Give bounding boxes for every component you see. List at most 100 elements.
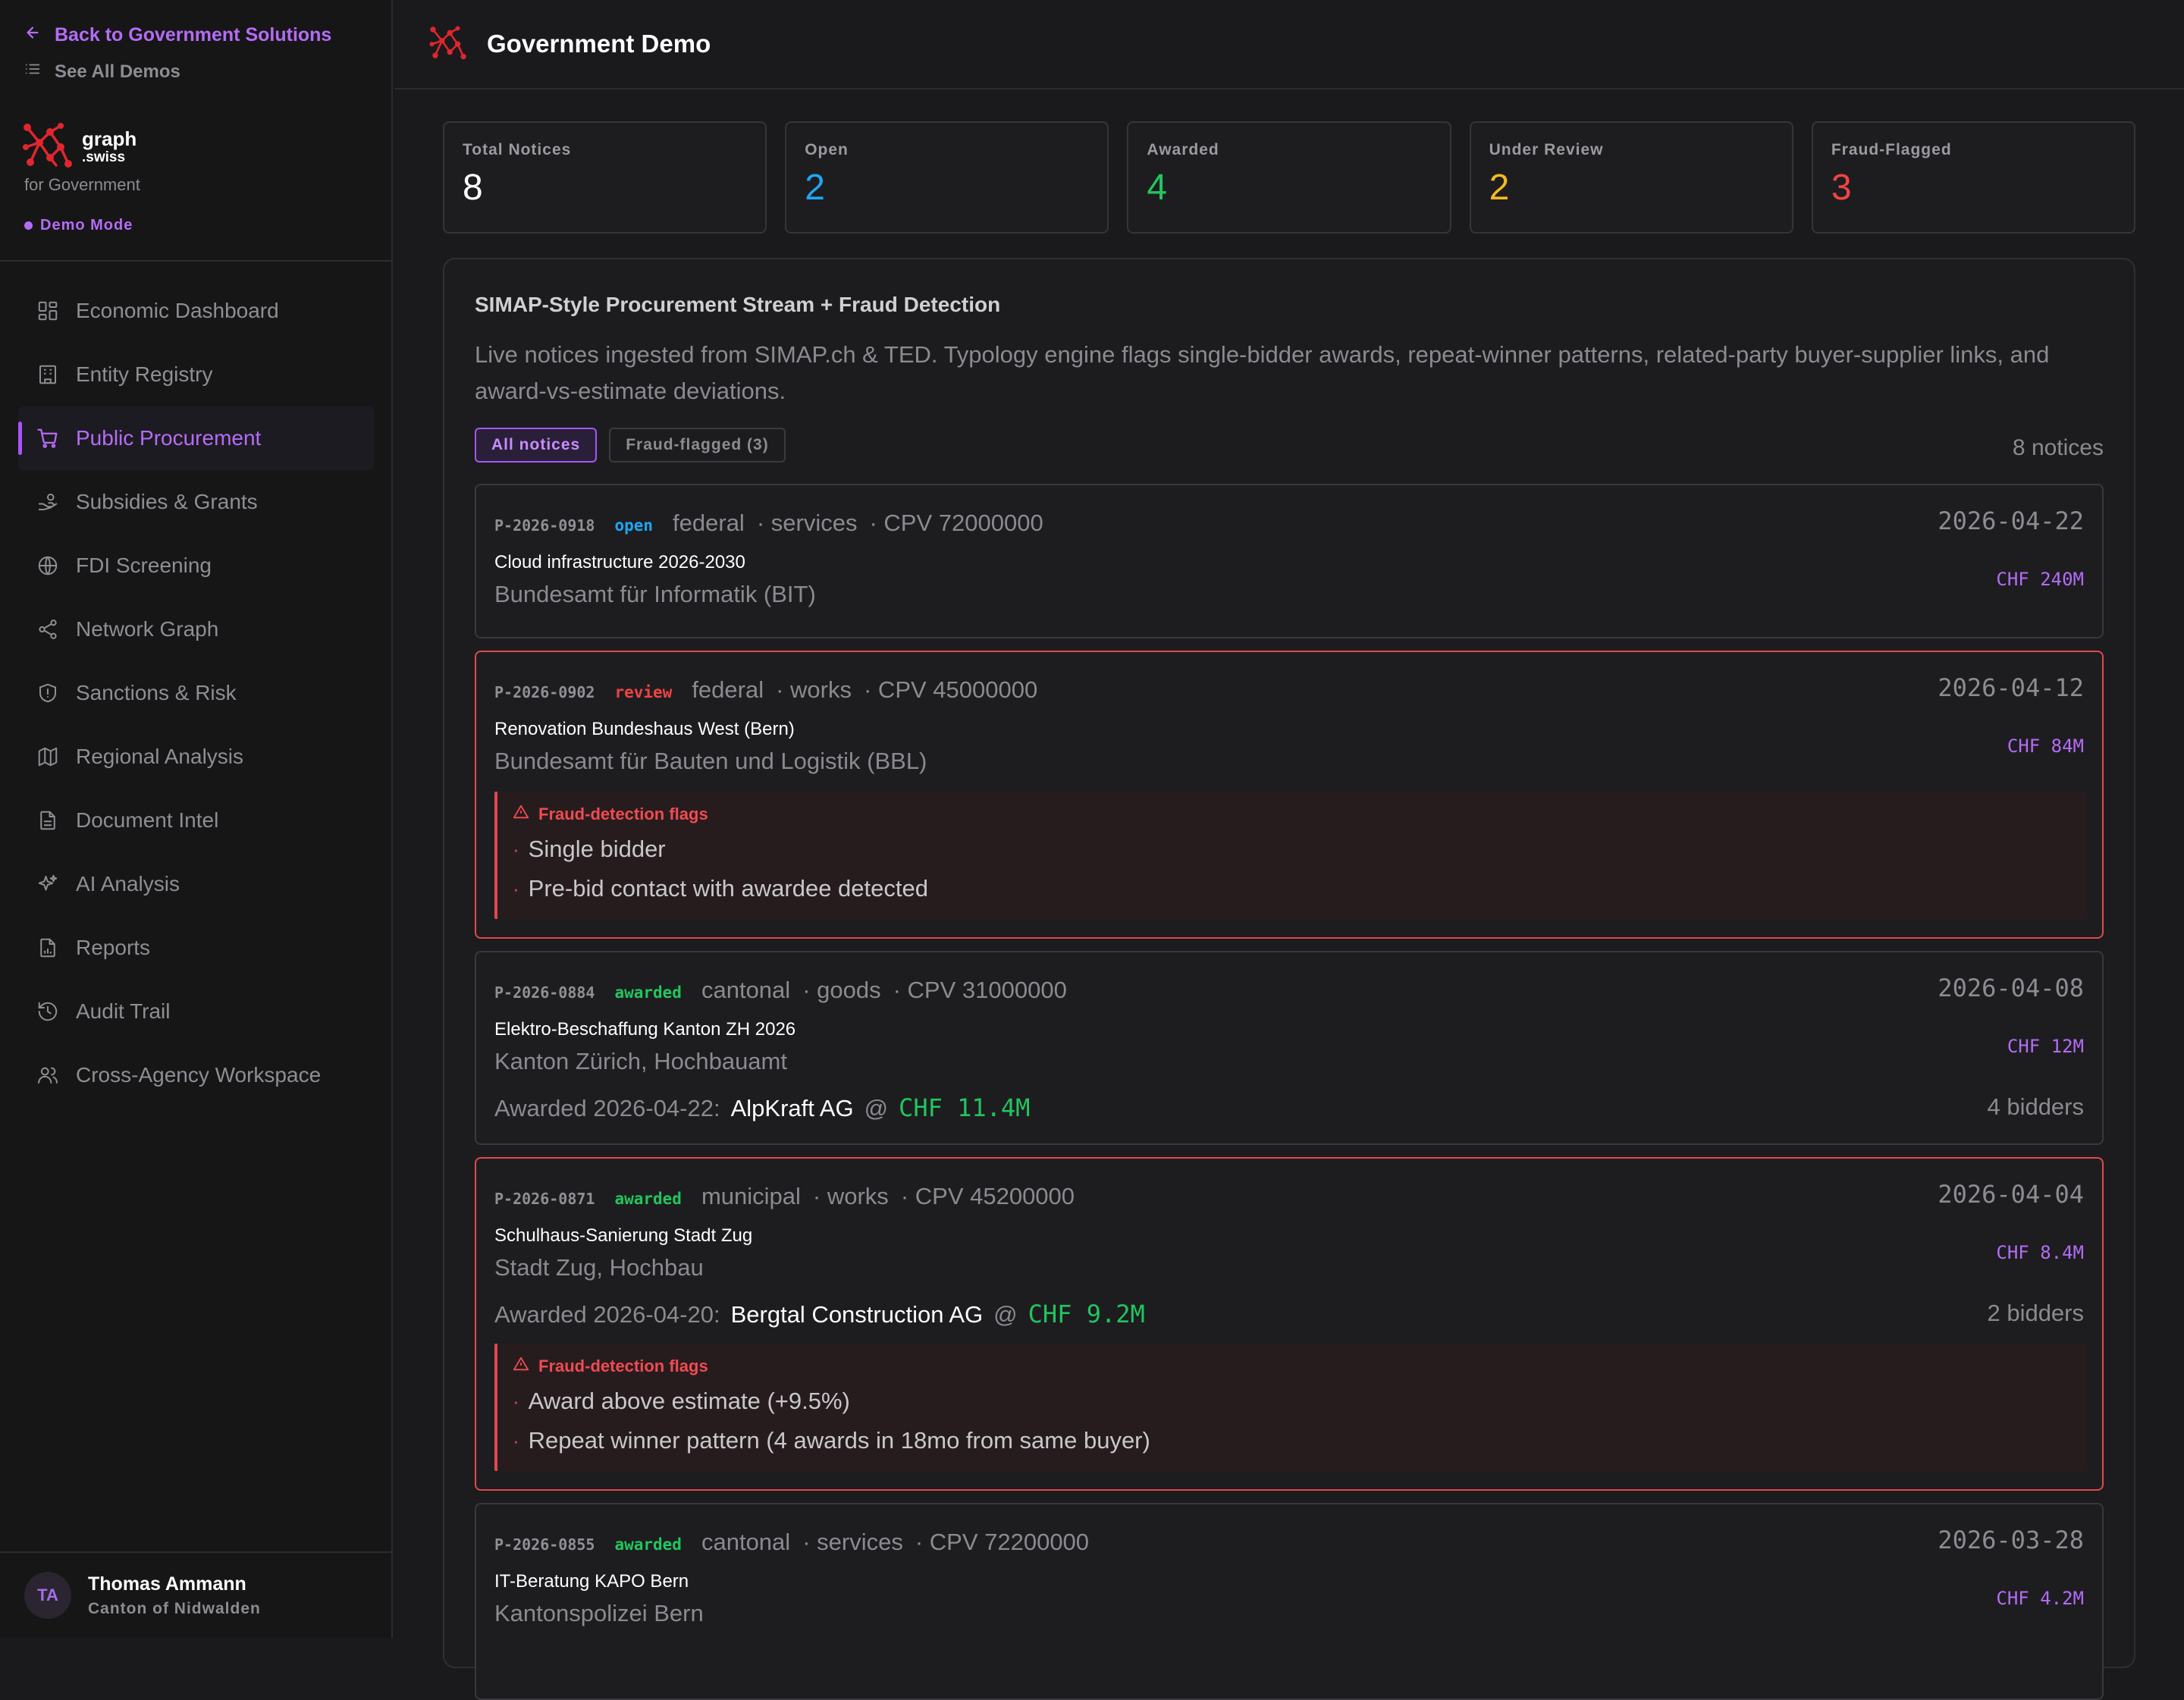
sidebar-item-fdi-screening[interactable]: FDI Screening xyxy=(18,534,375,598)
notice-title: Cloud infrastructure 2026-2030 xyxy=(494,552,745,572)
notice-date: 2026-04-22 xyxy=(1938,507,2084,535)
sidebar-item-reports[interactable]: Reports xyxy=(18,916,375,980)
status-badge: open xyxy=(614,516,654,535)
notice-count: 8 notices xyxy=(2012,435,2104,460)
notice-id: P-2026-0918 xyxy=(494,516,595,535)
document-icon xyxy=(36,809,59,832)
notice-value: CHF 4.2M xyxy=(1996,1588,2084,1609)
stat-card-awarded: Awarded 4 xyxy=(1127,121,1451,234)
stat-card-under-review: Under Review 2 xyxy=(1469,121,1793,234)
fraud-flag-item: · Repeat winner pattern (4 awards in 18mo… xyxy=(513,1427,1150,1454)
sidebar-item-label: Sanctions & Risk xyxy=(76,681,237,704)
notice-level: federal xyxy=(692,676,764,703)
sidebar-divider xyxy=(0,260,393,262)
sidebar-item-entity-registry[interactable]: Entity Registry xyxy=(18,343,375,406)
fraud-flags-box: Fraud-detection flags · Single bidder · Pr… xyxy=(494,792,2087,919)
sidebar-item-economic-dashboard[interactable]: Economic Dashboard xyxy=(18,279,375,343)
notice-date: 2026-03-28 xyxy=(1938,1526,2084,1554)
notice-cpv: · CPV 31000000 xyxy=(893,977,1067,1003)
sidebar-item-cross-agency-workspace[interactable]: Cross-Agency Workspace xyxy=(18,1043,375,1107)
sidebar-item-label: Audit Trail xyxy=(76,999,171,1023)
notice-date: 2026-04-08 xyxy=(1938,974,2084,1002)
award-date: Awarded 2026-04-22: xyxy=(494,1095,720,1121)
report-icon xyxy=(36,936,59,959)
status-badge: awarded xyxy=(614,1535,682,1554)
notice-title: Schulhaus-Sanierung Stadt Zug xyxy=(494,1225,753,1246)
notice-buyer: Bundesamt für Bauten und Logistik (BBL) xyxy=(494,748,927,774)
award-info: Awarded 2026-04-20: Bergtal Construction… xyxy=(494,1300,1145,1328)
stat-card-fraud-flagged: Fraud-Flagged 3 xyxy=(1811,121,2136,234)
sidebar-item-regional-analysis[interactable]: Regional Analysis xyxy=(18,725,375,789)
sidebar-item-label: Subsidies & Grants xyxy=(76,490,258,513)
sidebar-item-audit-trail[interactable]: Audit Trail xyxy=(18,980,375,1043)
stat-value: 2 xyxy=(1489,168,1510,208)
stat-label: Awarded xyxy=(1147,141,1219,158)
notice-card[interactable]: P-2026-0884 awarded cantonal · goods · C… xyxy=(475,951,2104,1145)
sidebar-item-label: Regional Analysis xyxy=(76,745,244,768)
user-name: Thomas Ammann xyxy=(88,1573,246,1595)
warning-icon xyxy=(513,804,529,825)
sidebar-item-ai-analysis[interactable]: AI Analysis xyxy=(18,852,375,916)
sidebar-item-network-graph[interactable]: Network Graph xyxy=(18,598,375,661)
arrow-left-icon xyxy=(24,24,41,46)
notice-value: CHF 8.4M xyxy=(1996,1242,2084,1263)
status-badge: awarded xyxy=(614,1190,682,1208)
stat-label: Open xyxy=(805,141,849,158)
stat-value: 4 xyxy=(1147,168,1168,208)
user-profile[interactable]: TA Thomas Ammann Canton of Nidwalden xyxy=(0,1551,393,1638)
notice-value: CHF 240M xyxy=(1996,569,2084,590)
brand-subtitle: for Government xyxy=(24,175,140,194)
notice-category: · works xyxy=(776,676,852,703)
sidebar-item-sanctions-risk[interactable]: Sanctions & Risk xyxy=(18,661,375,725)
notice-level: municipal xyxy=(701,1183,801,1209)
stat-label: Fraud-Flagged xyxy=(1831,141,1952,158)
notice-id: P-2026-0855 xyxy=(494,1535,595,1554)
stat-label: Under Review xyxy=(1489,141,1604,158)
sidebar-item-subsidies-grants[interactable]: Subsidies & Grants xyxy=(18,470,375,534)
dot-icon xyxy=(24,221,33,230)
notice-title: Renovation Bundeshaus West (Bern) xyxy=(494,719,795,739)
panel-description: Live notices ingested from SIMAP.ch & TE… xyxy=(475,341,2050,404)
filter-all-notices-button[interactable]: All notices xyxy=(475,428,598,463)
dashboard-icon xyxy=(36,300,59,322)
sidebar-item-label: Network Graph xyxy=(76,617,219,641)
sidebar-item-label: Reports xyxy=(76,936,151,959)
sidebar-item-document-intel[interactable]: Document Intel xyxy=(18,789,375,852)
back-to-solutions-link[interactable]: Back to Government Solutions xyxy=(24,24,331,46)
award-at: @ xyxy=(993,1301,1018,1328)
notice-buyer: Kantonspolizei Bern xyxy=(494,1600,704,1626)
globe-icon xyxy=(36,554,59,577)
bidder-count: 4 bidders xyxy=(1987,1093,2084,1120)
filter-fraud-flagged-button[interactable]: Fraud-flagged (3) xyxy=(609,428,786,463)
notice-level: cantonal xyxy=(701,977,791,1003)
see-all-demos-link[interactable]: See All Demos xyxy=(24,61,180,83)
notice-level: federal xyxy=(673,510,745,536)
stat-label: Total Notices xyxy=(463,141,572,158)
bidder-count: 2 bidders xyxy=(1987,1300,2084,1326)
sidebar-item-public-procurement[interactable]: Public Procurement xyxy=(18,406,375,470)
notice-cpv: · CPV 45200000 xyxy=(900,1183,1075,1209)
notice-category: · services xyxy=(802,1529,903,1555)
sidebar-item-label: Cross-Agency Workspace xyxy=(76,1063,322,1087)
stat-value: 3 xyxy=(1831,168,1852,208)
sidebar: Back to Government Solutions See All Dem… xyxy=(0,0,393,1638)
notice-card[interactable]: P-2026-0871 awarded municipal · works · … xyxy=(475,1157,2104,1491)
sidebar-item-label: AI Analysis xyxy=(76,872,180,895)
brand-logo[interactable]: graph .swiss xyxy=(23,121,136,172)
stat-card-open: Open 2 xyxy=(785,121,1109,234)
award-date: Awarded 2026-04-20: xyxy=(494,1301,720,1328)
stat-value: 8 xyxy=(463,168,483,208)
notice-level: cantonal xyxy=(701,1529,791,1555)
building-icon xyxy=(36,363,59,386)
notice-category: · works xyxy=(812,1183,889,1209)
brand-domain: .swiss xyxy=(82,149,126,165)
notice-card[interactable]: P-2026-0855 awarded cantonal · services … xyxy=(475,1503,2104,1700)
share-icon xyxy=(36,618,59,641)
demo-mode-label: Demo Mode xyxy=(40,217,133,234)
notice-value: CHF 84M xyxy=(2007,736,2084,757)
notice-id: P-2026-0884 xyxy=(494,983,595,1002)
notice-category: · goods xyxy=(802,977,881,1003)
notice-card[interactable]: P-2026-0918 open federal · services · CP… xyxy=(475,484,2104,638)
user-org: Canton of Nidwalden xyxy=(88,1599,261,1617)
notice-card[interactable]: P-2026-0902 review federal · works · CPV… xyxy=(475,651,2104,939)
